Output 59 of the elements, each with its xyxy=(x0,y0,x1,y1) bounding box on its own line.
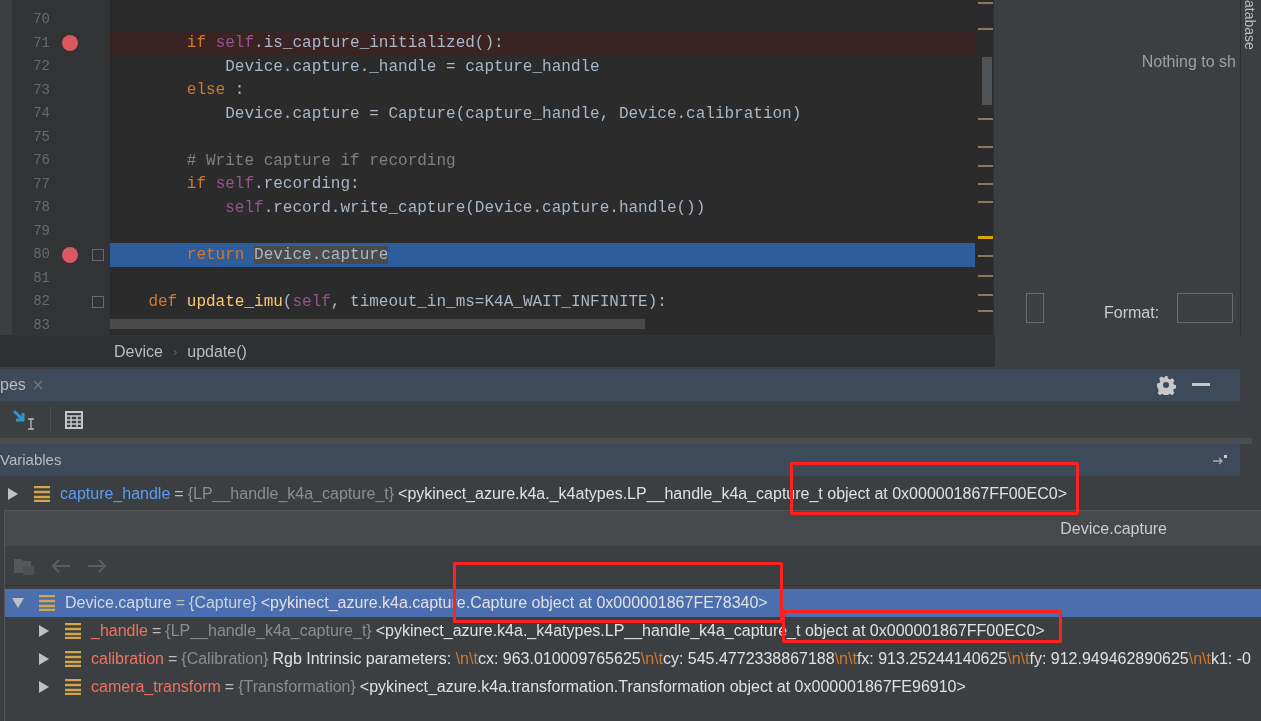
field-icon xyxy=(65,623,81,639)
variable-value: calibration = {Calibration} Rgb Intrinsic parameters: \n\tcx: 963.010009765625\n\tcy: 545.4772338867188\n\tfx: 913.25244140625\n\tfy: 912.949462890625\n\tk1: -0 xyxy=(91,649,1251,669)
variable-value: camera_transform = {Transformation} <pykinect_azure.k4a.transformation.Transformation object at 0x000001867FE96910> xyxy=(91,677,966,697)
empty-message: Nothing to sh xyxy=(1141,52,1236,72)
line-number: 77 xyxy=(32,174,50,194)
close-icon[interactable] xyxy=(31,379,44,391)
field-icon xyxy=(39,595,55,611)
line-number: 83 xyxy=(32,315,50,335)
code-line: Device.capture = Capture(capture_handle, Device.calibration) xyxy=(224,103,802,125)
format-label: Format: xyxy=(1104,303,1160,323)
step-into-icon[interactable] xyxy=(12,408,36,431)
breadcrumb-item[interactable]: Device xyxy=(114,339,163,364)
line-number: 80 xyxy=(32,245,50,265)
scrollbar-thumb[interactable] xyxy=(110,319,645,329)
settings-icon[interactable] xyxy=(1156,375,1176,395)
section-title: Variables xyxy=(0,449,62,470)
line-number: 82 xyxy=(32,292,50,312)
expand-arrow-icon[interactable] xyxy=(38,680,50,694)
tool-tab-label[interactable]: pes xyxy=(0,373,26,397)
back-arrow-icon xyxy=(51,558,71,573)
format-field[interactable] xyxy=(1177,293,1233,323)
line-number: 74 xyxy=(32,104,50,124)
line-number: 76 xyxy=(32,151,50,171)
line-number: 78 xyxy=(32,198,50,218)
fold-marker-icon[interactable] xyxy=(92,295,104,308)
calculator-icon[interactable] xyxy=(65,410,83,429)
line-number: 81 xyxy=(32,268,50,288)
field-icon xyxy=(65,679,81,695)
code-line: # Write capture if recording xyxy=(185,150,456,172)
line-number: 70 xyxy=(32,10,50,30)
breakpoint-icon[interactable] xyxy=(62,246,78,263)
line-number: 75 xyxy=(32,127,50,147)
code-line: if self.is_capture_initialized(): xyxy=(185,33,504,55)
field-icon xyxy=(65,651,81,667)
minimize-icon[interactable] xyxy=(1192,383,1210,387)
code-line: else : xyxy=(185,80,245,102)
code-line: if self.recording: xyxy=(185,174,360,196)
code-line: def update_imu(self, timeout_in_ms=K4A_WAIT_INFINITE): xyxy=(147,291,667,313)
line-number: 79 xyxy=(32,221,50,241)
code-line: self.record.write_capture(Device.capture.handle()) xyxy=(224,197,706,219)
fold-marker-icon[interactable] xyxy=(92,248,104,261)
checkbox[interactable] xyxy=(1026,293,1044,323)
expand-arrow-icon[interactable] xyxy=(38,652,50,666)
expand-arrow-icon[interactable] xyxy=(7,487,19,501)
breakpoint-icon[interactable] xyxy=(62,35,78,52)
breadcrumb-item[interactable]: update() xyxy=(187,339,247,364)
forward-arrow-icon xyxy=(87,558,107,573)
code-line: return Device.capture xyxy=(185,244,389,266)
breadcrumb-separator: › xyxy=(172,342,178,361)
side-tab[interactable]: atabase xyxy=(1239,0,1260,50)
code-line: Device.capture._handle = capture_handle xyxy=(224,56,600,78)
line-number: 73 xyxy=(32,80,50,100)
line-number: 71 xyxy=(32,33,50,53)
popup-title: Device.capture xyxy=(1060,518,1167,539)
pin-icon[interactable] xyxy=(1212,454,1228,466)
field-icon xyxy=(34,486,50,502)
expand-arrow-icon[interactable] xyxy=(38,624,50,638)
line-number: 72 xyxy=(32,57,50,77)
collapse-arrow-icon[interactable] xyxy=(11,597,25,609)
